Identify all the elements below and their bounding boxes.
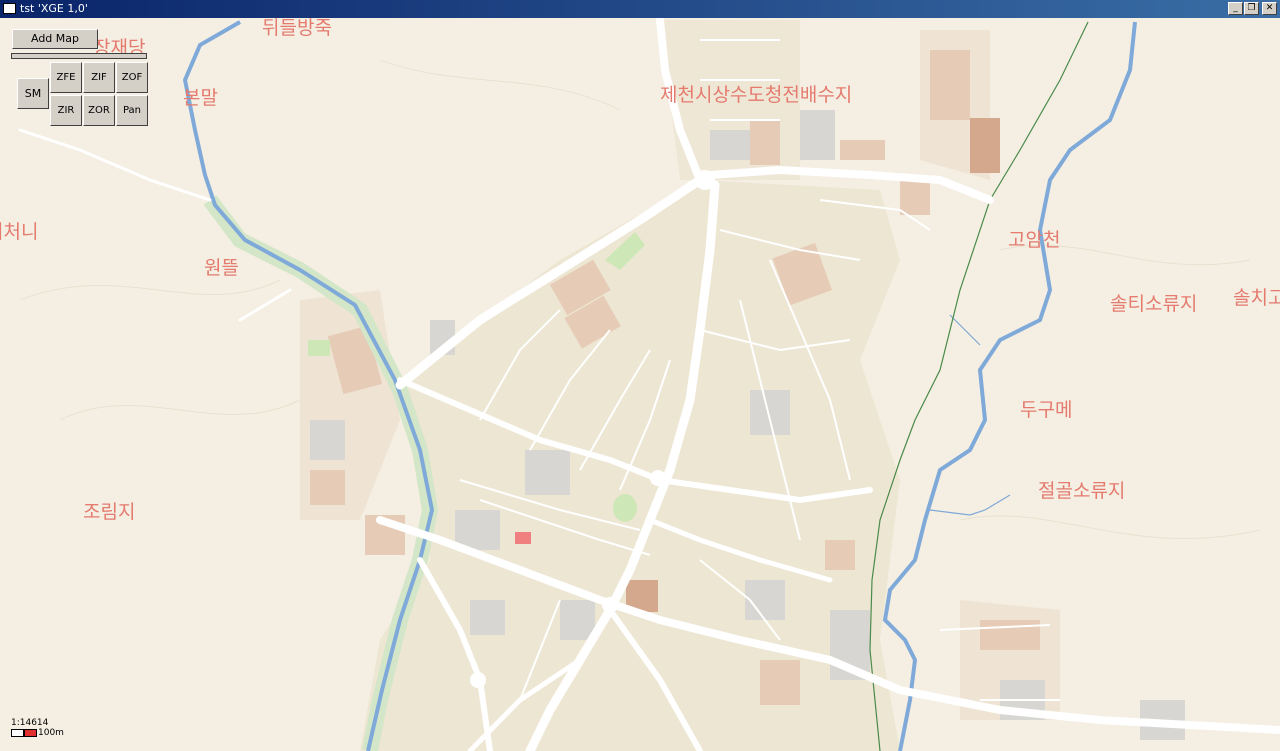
scale-bar-red: [24, 729, 37, 737]
place-label: 솔치고: [1233, 287, 1280, 309]
scale-distance: 100m: [38, 728, 64, 738]
sm-button[interactable]: SM: [17, 78, 49, 109]
pan-button[interactable]: Pan: [116, 95, 148, 126]
zir-button[interactable]: ZIR: [50, 95, 82, 126]
minimize-button[interactable]: _: [1228, 2, 1243, 15]
place-label: 본말: [183, 87, 218, 109]
map-canvas[interactable]: 뒤들방죽 장재당 본말 제천시상수도청전배수지 거처니 원뜰 고암천 솔티소류지…: [0, 18, 1280, 751]
highlighted-building: [515, 532, 531, 544]
app-icon: [3, 3, 16, 14]
close-button[interactable]: ✕: [1262, 2, 1277, 15]
window-titlebar: tst 'XGE 1,0' _ ❐ ✕: [0, 0, 1280, 18]
scale-bar-white: [11, 729, 24, 737]
zfe-button[interactable]: ZFE: [50, 62, 82, 93]
place-label: 제천시상수도청전배수지: [660, 84, 852, 106]
place-label: 절골소류지: [1038, 480, 1125, 502]
place-label: 고암천: [1008, 229, 1060, 251]
scale-ratio: 1:14614: [11, 718, 49, 728]
map-progress-bar: [11, 53, 147, 59]
add-map-button[interactable]: Add Map: [12, 29, 98, 49]
landmark-building-north: [970, 118, 1000, 173]
place-label: 조림지: [83, 501, 135, 523]
restore-button[interactable]: ❐: [1244, 2, 1259, 15]
zif-button[interactable]: ZIF: [83, 62, 115, 93]
place-label: 거처니: [0, 221, 38, 243]
zof-button[interactable]: ZOF: [116, 62, 148, 93]
place-label: 뒤들방죽: [262, 18, 332, 39]
window-title: tst 'XGE 1,0': [20, 2, 88, 15]
place-label: 두구메: [1020, 399, 1072, 421]
zor-button[interactable]: ZOR: [83, 95, 115, 126]
place-label: 원뜰: [204, 257, 239, 279]
place-label: 솔티소류지: [1110, 293, 1197, 315]
